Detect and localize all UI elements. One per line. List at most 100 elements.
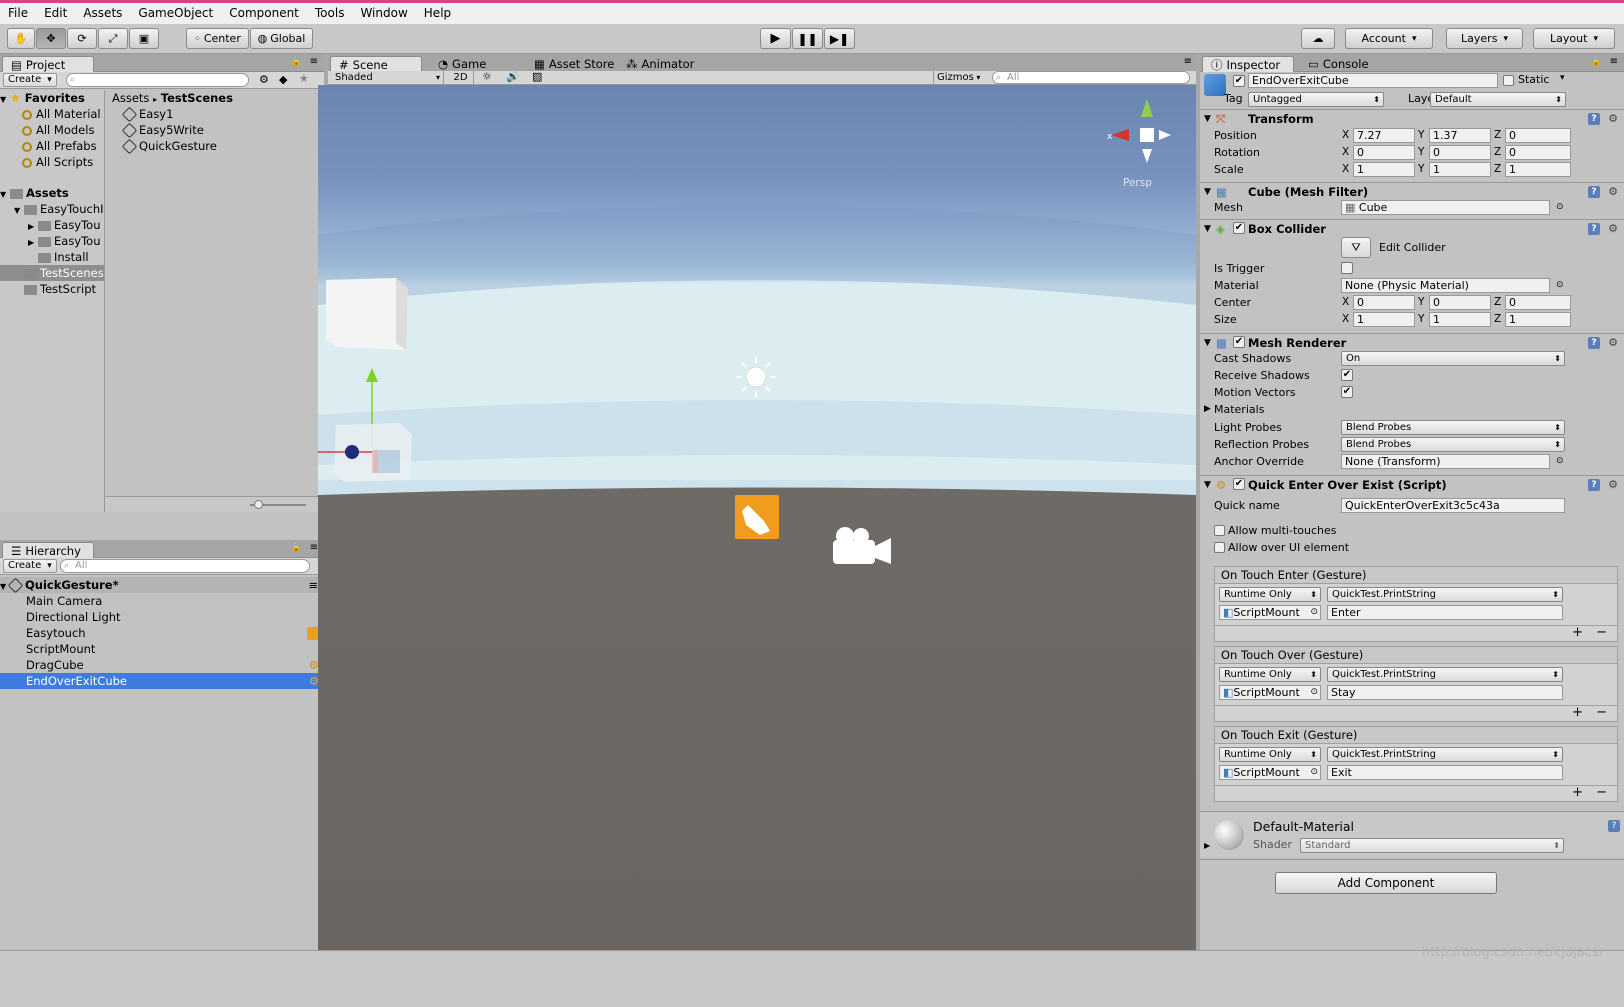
materials-row[interactable]: ▶ Materials	[1200, 401, 1624, 418]
audio-toggle-icon[interactable]: 🔊	[506, 70, 520, 83]
reflection-probes-dropdown[interactable]: Blend Probes	[1341, 437, 1565, 452]
hierarchy-item[interactable]: ScriptMount	[0, 641, 324, 657]
tab-scene[interactable]: # Scene	[330, 56, 422, 72]
layers-dropdown[interactable]: Layers	[1446, 28, 1523, 49]
mesh-renderer-header[interactable]: ▼ ▩ ✔ Mesh Renderer ? ⚙	[1200, 333, 1624, 351]
transform-x-field[interactable]: 1	[1353, 162, 1415, 177]
fold-closed-icon[interactable]: ▶	[1204, 841, 1210, 850]
runtime-dropdown[interactable]: Runtime Only	[1219, 667, 1321, 682]
hierarchy-item[interactable]: DragCube ⚙	[0, 657, 324, 673]
target-object-field[interactable]: ◧ScriptMount ⊙	[1219, 765, 1321, 780]
remove-listener-button[interactable]: −	[1596, 705, 1607, 720]
object-name-field[interactable]: EndOverExitCube	[1248, 73, 1498, 88]
hierarchy-item[interactable]: Main Camera	[0, 593, 324, 609]
help-icon[interactable]: ?	[1588, 337, 1600, 349]
box-collider-header[interactable]: ▼ ◈ ✔ Box Collider ? ⚙	[1200, 219, 1624, 237]
scene-file[interactable]: Easy1	[106, 106, 324, 122]
panel-menu-icon[interactable]: ≡	[310, 542, 318, 553]
scale-tool-button[interactable]: ⤢	[98, 28, 128, 49]
collider-size-z-field[interactable]: 1	[1505, 312, 1571, 327]
hierarchy-create-button[interactable]: Create	[3, 559, 57, 573]
object-picker-icon[interactable]: ⊙	[1310, 686, 1318, 699]
transform-x-field[interactable]: 7.27	[1353, 128, 1415, 143]
mesh-filter-header[interactable]: ▼ ▦ Cube (Mesh Filter) ? ⚙	[1200, 182, 1624, 200]
lock-icon[interactable]: 🔒	[291, 543, 302, 553]
scene-header[interactable]: ▼ QuickGesture* ≡	[0, 577, 324, 593]
runtime-dropdown[interactable]: Runtime Only	[1219, 587, 1321, 602]
transform-y-field[interactable]: 0	[1429, 145, 1491, 160]
mesh-renderer-enabled-checkbox[interactable]: ✔	[1233, 336, 1245, 348]
move-tool-button[interactable]: ✥	[36, 28, 66, 49]
favorite-item[interactable]: All Prefabs	[0, 138, 104, 154]
motion-vectors-checkbox[interactable]: ✔	[1341, 386, 1353, 398]
transform-header[interactable]: ▼ ⤧ Transform ? ⚙	[1200, 109, 1624, 127]
asset-folder-selected[interactable]: TestScenes	[0, 265, 104, 281]
add-listener-button[interactable]: +	[1572, 785, 1583, 800]
panel-menu-icon[interactable]: ≡	[1610, 56, 1618, 67]
collider-size-y-field[interactable]: 1	[1429, 312, 1491, 327]
function-dropdown[interactable]: QuickTest.PrintString	[1327, 747, 1563, 762]
hand-tool-button[interactable]: ✋	[7, 28, 35, 49]
lock-icon[interactable]: 🔒	[291, 57, 302, 67]
step-button[interactable]: ▶❚	[824, 28, 855, 49]
transform-y-field[interactable]: 1.37	[1429, 128, 1491, 143]
breadcrumb-item[interactable]: Assets	[112, 91, 149, 105]
collider-center-x-field[interactable]: 0	[1353, 295, 1415, 310]
help-icon[interactable]: ?	[1588, 223, 1600, 235]
scene-file[interactable]: QuickGesture	[106, 138, 324, 154]
static-dropdown-arrow-icon[interactable]: ▾	[1560, 73, 1565, 83]
lock-icon[interactable]: 🔒	[1591, 57, 1602, 67]
collider-center-z-field[interactable]: 0	[1505, 295, 1571, 310]
favorite-item[interactable]: All Scripts	[0, 154, 104, 170]
tab-project[interactable]: ▤ Project	[2, 56, 94, 72]
script-enabled-checkbox[interactable]: ✔	[1233, 478, 1245, 490]
receive-shadows-checkbox[interactable]: ✔	[1341, 369, 1353, 381]
project-search-input[interactable]: ⌕	[66, 73, 249, 87]
collider-material-field[interactable]: None (Physic Material)	[1341, 278, 1550, 293]
object-picker-icon[interactable]: ⊙	[1556, 199, 1564, 216]
effects-toggle-icon[interactable]: ▨	[532, 70, 542, 83]
panel-menu-icon[interactable]: ≡	[1184, 56, 1192, 67]
panel-menu-icon[interactable]: ≡	[310, 56, 318, 67]
tag-dropdown[interactable]: Untagged	[1248, 92, 1384, 107]
favorite-item[interactable]: All Material	[0, 106, 104, 122]
object-picker-icon[interactable]: ⊙	[1310, 766, 1318, 779]
gizmos-dropdown[interactable]: Gizmos ▾	[933, 71, 985, 84]
layer-dropdown[interactable]: Default	[1430, 92, 1566, 107]
target-object-field[interactable]: ◧ScriptMount ⊙	[1219, 685, 1321, 700]
asset-folder[interactable]: TestScript	[0, 281, 104, 297]
argument-field[interactable]: Exit	[1327, 765, 1563, 780]
hierarchy-item[interactable]: Directional Light	[0, 609, 324, 625]
transform-z-field[interactable]: 0	[1505, 145, 1571, 160]
filter-label-icon[interactable]: ◆	[279, 73, 287, 86]
menu-assets[interactable]: Assets	[75, 3, 130, 24]
menu-component[interactable]: Component	[221, 3, 307, 24]
project-create-button[interactable]: Create	[3, 73, 57, 87]
help-icon[interactable]: ?	[1588, 113, 1600, 125]
help-icon[interactable]: ?	[1588, 479, 1600, 491]
menu-window[interactable]: Window	[352, 3, 415, 24]
hierarchy-item[interactable]: Easytouch	[0, 625, 324, 641]
menu-file[interactable]: File	[0, 3, 36, 24]
function-dropdown[interactable]: QuickTest.PrintString	[1327, 587, 1563, 602]
add-component-button[interactable]: Add Component	[1275, 872, 1497, 894]
directional-light-gizmo[interactable]	[736, 357, 776, 397]
pivot-center-button[interactable]: ⁘ Center	[186, 28, 249, 49]
menu-gameobject[interactable]: GameObject	[130, 3, 221, 24]
tab-console[interactable]: ▭ Console	[1300, 56, 1377, 72]
add-listener-button[interactable]: +	[1572, 625, 1583, 640]
breadcrumb-item[interactable]: TestScenes	[161, 91, 233, 105]
sphere-object[interactable]	[345, 445, 359, 459]
space-global-button[interactable]: ◍ Global	[250, 28, 313, 49]
static-checkbox[interactable]	[1503, 75, 1514, 86]
menu-tools[interactable]: Tools	[307, 3, 353, 24]
active-checkbox[interactable]: ✔	[1233, 75, 1245, 87]
asset-folder[interactable]: ▼ EasyTouchI	[0, 201, 104, 217]
transform-z-field[interactable]: 1	[1505, 162, 1571, 177]
asset-folder[interactable]: Install	[0, 249, 104, 265]
scene-search-input[interactable]: ⌕ All	[992, 71, 1190, 84]
object-picker-icon[interactable]: ⊙	[1310, 606, 1318, 619]
remove-listener-button[interactable]: −	[1596, 785, 1607, 800]
transform-y-field[interactable]: 1	[1429, 162, 1491, 177]
scene-menu-icon[interactable]: ≡	[308, 577, 318, 593]
